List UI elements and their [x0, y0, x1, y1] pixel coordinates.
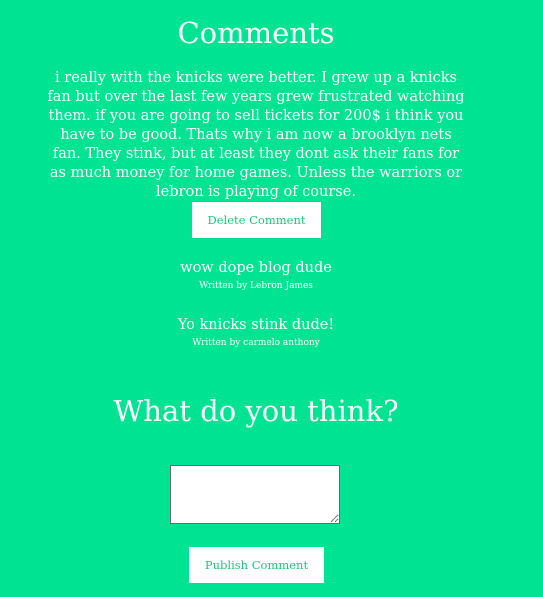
comment-input[interactable]: [170, 465, 340, 524]
comment-author: Written by carmelo anthony: [192, 338, 320, 348]
comments-title: Comments: [177, 16, 335, 50]
comment: wow dope blog dude Written by Lebron Jam…: [0, 259, 512, 292]
publish-comment-button[interactable]: Publish Comment: [189, 547, 324, 583]
what-do-you-think-title: What do you think?: [113, 394, 399, 428]
comment-body: i really with the knicks were better. I …: [47, 70, 465, 200]
comment-author: Written by Lebron James: [199, 281, 313, 291]
page: Comments i really with the knicks were b…: [0, 0, 543, 597]
comment-body: Yo knicks stink dude!: [177, 317, 335, 333]
delete-comment-button[interactable]: Delete Comment: [192, 202, 321, 238]
comment-body: wow dope blog dude: [180, 260, 332, 276]
comment: i really with the knicks were better. I …: [0, 69, 512, 216]
comment: Yo knicks stink dude! Written by carmelo…: [0, 316, 512, 349]
